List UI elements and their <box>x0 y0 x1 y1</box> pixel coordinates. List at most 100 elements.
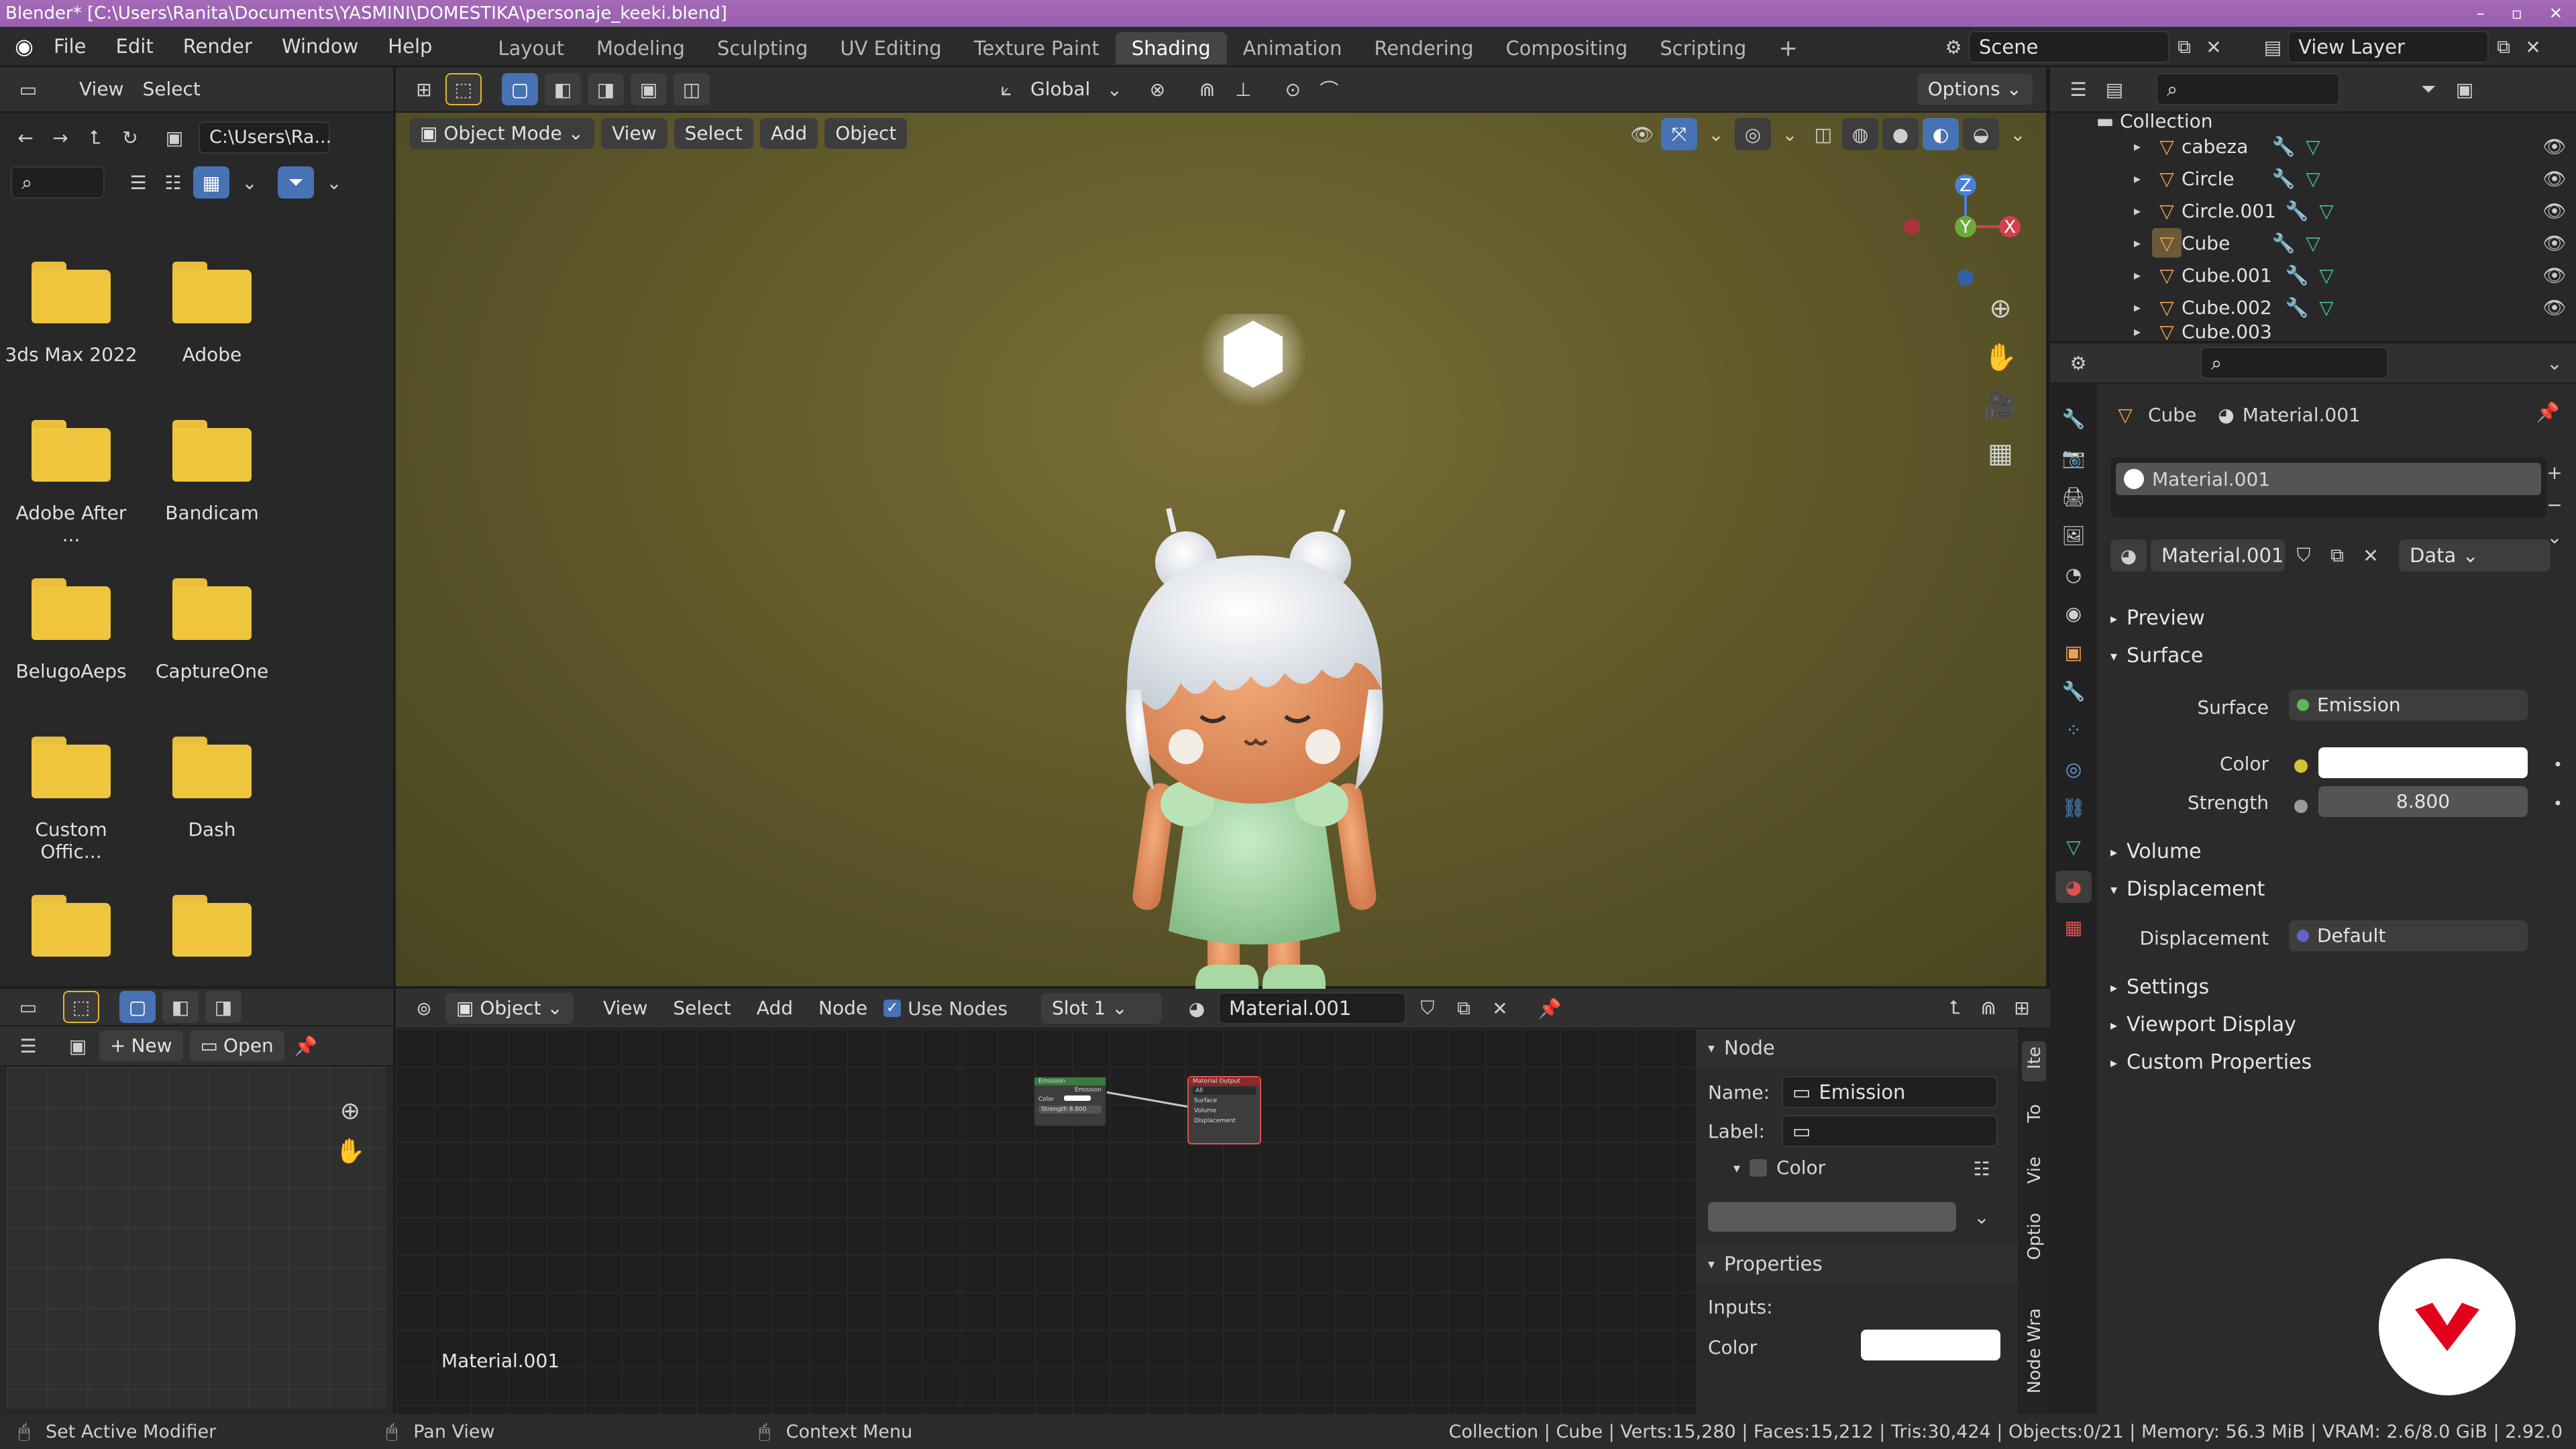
section-surface[interactable]: ▾ Surface <box>2110 644 2203 667</box>
new-view-layer-icon[interactable]: ⧉ <box>2489 32 2518 62</box>
tab-item[interactable]: Ite <box>2022 1041 2046 1081</box>
back-icon[interactable]: ← <box>11 123 40 152</box>
tab-modeling[interactable]: Modeling <box>580 32 701 64</box>
material-output-node[interactable]: Material Output All Surface Volume Displ… <box>1187 1076 1261 1144</box>
snap-to-icon[interactable]: ⊞ <box>2007 993 2037 1022</box>
visibility-icon[interactable]: 👁 <box>2540 164 2569 193</box>
rendered-shading-icon[interactable]: ◒ <box>1963 118 1999 150</box>
visibility-icon[interactable]: 👁 <box>2540 131 2569 161</box>
overlays-icon[interactable]: ◎ <box>1735 118 1771 150</box>
delete-view-layer-icon[interactable]: ✕ <box>2518 32 2548 62</box>
new-folder-icon[interactable]: ▣ <box>160 123 189 152</box>
folder-item[interactable]: Adobe After ... <box>4 420 138 546</box>
tool-tab-icon[interactable]: 🔧 <box>2059 404 2088 433</box>
select-box-subtract-icon[interactable]: ◨ <box>588 73 624 105</box>
expand-icon[interactable]: ▸ <box>2123 164 2152 193</box>
folder-item[interactable] <box>4 895 138 977</box>
select-tool-icon[interactable]: ⬚ <box>63 991 99 1023</box>
parent-node-tree-icon[interactable]: ⮤ <box>1940 993 1970 1022</box>
visibility-icon[interactable]: 👁 <box>1627 119 1657 149</box>
viewport-menu-object[interactable]: Object <box>824 118 908 149</box>
node-menu-select[interactable]: Select <box>663 993 740 1024</box>
strength-field[interactable]: 8.800 <box>2318 786 2528 817</box>
chevron-down-icon[interactable]: ⌄ <box>2540 348 2569 378</box>
editor-type-icon[interactable]: ⊚ <box>409 994 439 1023</box>
folder-item[interactable]: Adobe <box>145 262 279 366</box>
object-tab-icon[interactable]: ▣ <box>2059 637 2088 667</box>
select-box-new-icon[interactable]: ▢ <box>502 73 538 105</box>
tab-tool[interactable]: To <box>2022 1102 2046 1135</box>
pin-icon[interactable]: 📌 <box>2533 397 2563 427</box>
view-layer-tab-icon[interactable]: 🖼 <box>2059 521 2088 550</box>
section-custom-properties[interactable]: ▸ Custom Properties <box>2110 1051 2312 1074</box>
snap-icon[interactable]: ⋒ <box>1192 74 1222 104</box>
select-tool-icon[interactable]: ⬚ <box>445 73 482 105</box>
parent-directory-icon[interactable]: ⮤ <box>80 123 110 152</box>
visibility-icon[interactable]: 👁 <box>2540 260 2569 290</box>
menu-render[interactable]: Render <box>168 26 267 66</box>
outliner-row[interactable]: ▸ ▽ Cube.001 🔧 ▽ 👁 <box>2050 259 2576 291</box>
section-viewport-display[interactable]: ▸ Viewport Display <box>2110 1013 2296 1036</box>
tab-compositing[interactable]: Compositing <box>1490 32 1644 64</box>
select-box-extend-icon[interactable]: ◧ <box>162 991 199 1023</box>
solid-shading-icon[interactable]: ● <box>1882 118 1919 150</box>
data-tab-icon[interactable]: ▽ <box>2059 832 2088 861</box>
file-search-input[interactable]: ⌕ <box>11 166 105 199</box>
chevron-down-icon[interactable]: ⌄ <box>2003 119 2033 149</box>
material-browse-icon[interactable]: ◕ <box>1182 994 1212 1023</box>
expand-icon[interactable]: ▸ <box>2123 322 2152 341</box>
pivot-point-icon[interactable]: ⊗ <box>1142 74 1172 104</box>
camera-icon[interactable]: 🎥 <box>1984 390 2017 421</box>
expand-icon[interactable]: ▸ <box>2123 228 2152 258</box>
section-displacement[interactable]: ▾ Displacement <box>2110 877 2265 901</box>
tab-sculpting[interactable]: Sculpting <box>701 32 824 64</box>
fake-user-icon[interactable]: ⛉ <box>2289 541 2318 570</box>
expand-icon[interactable]: ▸ <box>2123 131 2152 161</box>
chevron-down-icon[interactable]: ⌄ <box>235 168 264 197</box>
new-image-button[interactable]: + New <box>99 1030 183 1061</box>
folder-item[interactable] <box>145 895 279 977</box>
expand-icon[interactable]: ▸ <box>2123 260 2152 290</box>
material-preview-shading-icon[interactable]: ◐ <box>1923 118 1959 150</box>
gizmo-neg-x-axis[interactable] <box>1904 219 1920 235</box>
outliner-row[interactable]: ▸ ▽ Cube.002 🔧 ▽ 👁 <box>2050 291 2576 323</box>
node-color-row[interactable]: ▾ Color <box>1733 1157 1825 1179</box>
vertical-list-icon[interactable]: ☰ <box>123 168 153 197</box>
object-mode-dropdown[interactable]: ▣ Object Mode ⌄ <box>409 118 595 149</box>
displacement-field[interactable]: Default <box>2289 920 2528 951</box>
select-box-extend-icon[interactable]: ◧ <box>545 73 581 105</box>
render-tab-icon[interactable]: 📷 <box>2059 443 2088 472</box>
input-color-swatch[interactable] <box>1861 1330 2000 1360</box>
node-panel-header[interactable]: ▾ Node <box>1696 1029 2018 1067</box>
color-presets-icon[interactable]: ☷ <box>1967 1154 1996 1183</box>
editor-type-icon[interactable]: ⚙ <box>2063 348 2093 378</box>
material-tab-icon[interactable]: ◕ <box>2055 871 2092 903</box>
pan-hand-icon[interactable]: ✋ <box>1984 342 2017 373</box>
node-menu-add[interactable]: Add <box>747 993 802 1024</box>
snap-to-icon[interactable]: ⊥ <box>1228 74 1258 104</box>
section-volume[interactable]: ▸ Volume <box>2110 840 2202 863</box>
folder-item[interactable]: Custom Offic... <box>4 737 138 863</box>
outliner-search-input[interactable]: ⌕ <box>2156 73 2340 105</box>
filter-icon[interactable]: ⏷ <box>2414 74 2443 104</box>
add-slot-icon[interactable]: + <box>2540 458 2569 487</box>
tab-shading[interactable]: Shading <box>1115 32 1227 64</box>
menu-window[interactable]: Window <box>267 26 373 66</box>
expand-icon[interactable]: ▸ <box>2123 292 2152 322</box>
gizmo-neg-z-axis[interactable] <box>1957 270 1974 286</box>
tab-rendering[interactable]: Rendering <box>1358 32 1489 64</box>
unlink-icon[interactable]: ✕ <box>2356 541 2385 570</box>
unlink-icon[interactable]: ✕ <box>1485 994 1515 1023</box>
node-material-name[interactable]: Material.001 <box>1218 992 1406 1024</box>
thumbnails-icon[interactable]: ▦ <box>193 166 229 199</box>
outliner-row[interactable]: ▸ ▽ Cube.003 <box>2050 322 2576 341</box>
chevron-down-icon[interactable]: ⌄ <box>1775 119 1805 149</box>
add-workspace-icon[interactable]: + <box>1762 32 1814 64</box>
visibility-icon[interactable]: 👁 <box>2540 196 2569 225</box>
fb-menu-view[interactable]: View <box>70 74 133 105</box>
options-dropdown[interactable]: Options ⌄ <box>1917 74 2033 105</box>
select-box-subtract-icon[interactable]: ◨ <box>205 991 241 1023</box>
keyframe-dot-icon[interactable]: • <box>2553 794 2563 813</box>
editor-type-icon[interactable]: ⊞ <box>409 74 439 104</box>
blender-logo-icon[interactable]: ◉ <box>9 32 39 61</box>
